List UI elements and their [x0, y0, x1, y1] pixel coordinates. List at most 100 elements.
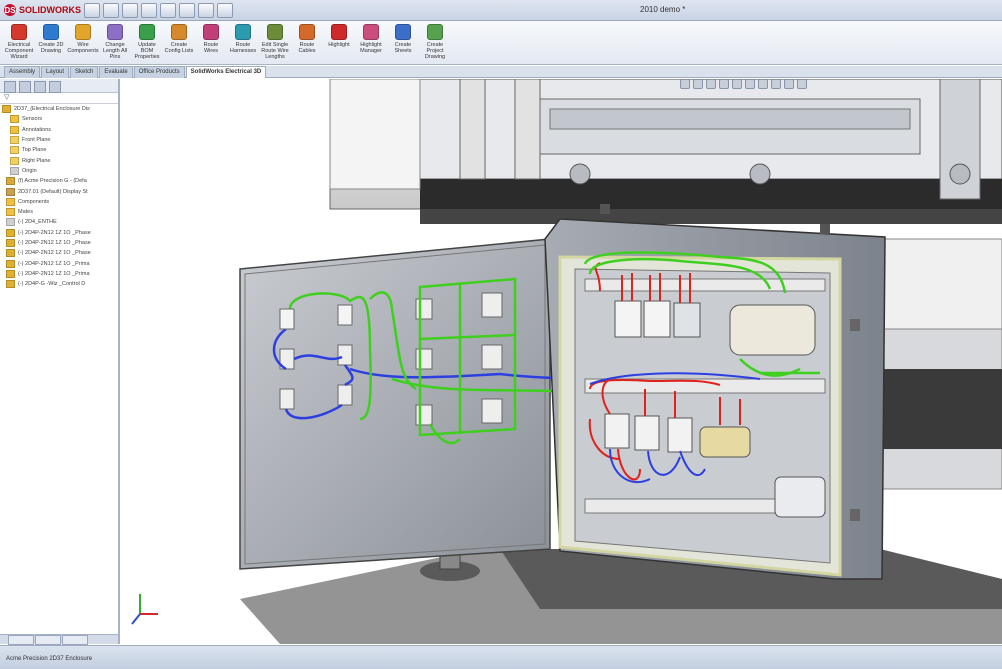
tree-node-icon [6, 249, 15, 258]
view-settings-icon[interactable] [797, 79, 807, 89]
hide-show-icon[interactable] [758, 79, 768, 89]
tree-item[interactable]: (-) 2D4P-2N12 1Z 1O _Phase [0, 228, 118, 238]
tab-office-products[interactable]: Office Products [133, 66, 185, 78]
ribbon-button-label: Change Length All Pins [102, 42, 128, 60]
ribbon-button-label: Route Harnesses [229, 42, 257, 54]
tree-node-icon [6, 259, 15, 268]
ribbon-button-label: Route Cables [298, 42, 316, 54]
quick-access-toolbar [84, 3, 233, 18]
study-tab[interactable] [62, 635, 88, 645]
options-icon[interactable] [217, 3, 233, 18]
tree-item[interactable]: Annotations [0, 125, 118, 135]
ribbon-button-route-harnesses[interactable]: Route Harnesses [228, 21, 258, 64]
new-icon[interactable] [84, 3, 100, 18]
tree-item[interactable]: Sensors [0, 114, 118, 124]
tab-evaluate[interactable]: Evaluate [99, 66, 133, 78]
ribbon-button-create-config-lists[interactable]: Create Config Lists [164, 21, 194, 64]
previous-view-icon[interactable] [706, 79, 716, 89]
ribbon-button-route-cables[interactable]: Route Cables [292, 21, 322, 64]
tree-item[interactable]: Components [0, 197, 118, 207]
ribbon-button-update-bom-properties[interactable]: Update BOM Properties [132, 21, 162, 64]
ribbon-button-label: Create Sheets [394, 42, 412, 54]
ribbon-button-highlight-manager[interactable]: Highlight Manager [356, 21, 386, 64]
scene-icon[interactable] [784, 79, 794, 89]
undo-icon[interactable] [160, 3, 176, 18]
tree-node-icon [6, 197, 15, 206]
tree-node-icon [6, 239, 15, 247]
ribbon-button-wire-components[interactable]: Wire Components [67, 21, 99, 64]
display-style-icon[interactable] [745, 79, 755, 89]
panel-toolbar [0, 79, 118, 93]
floor-shadow [240, 548, 1002, 644]
tree-item[interactable]: Top Plane [0, 145, 118, 155]
open-icon[interactable] [103, 3, 119, 18]
ribbon-button-label: Highlight Manager [360, 42, 382, 54]
command-icon [363, 24, 379, 40]
tree-item[interactable]: 2D37_(Electrical Enclosure Dis [0, 104, 118, 114]
dim-expert-icon[interactable] [49, 81, 61, 93]
model-tab[interactable] [8, 635, 34, 645]
tree-item[interactable]: (-) 2D4P-2N12 1Z 1O _Phase [0, 248, 118, 258]
tree-item-label: Origin [22, 167, 37, 174]
motion-tab[interactable] [35, 635, 61, 645]
ribbon-button-create-sheets[interactable]: Create Sheets [388, 21, 418, 64]
ribbon-button-label: Highlight [328, 42, 350, 48]
appearance-icon[interactable] [771, 79, 781, 89]
section-view-icon[interactable] [719, 79, 729, 89]
command-manager: Electrical Component Wizard Create 2D Dra… [0, 21, 1002, 65]
save-icon[interactable] [122, 3, 138, 18]
ribbon-button-electrical-component-wizard[interactable]: Electrical Component Wizard [4, 21, 34, 64]
command-icon [427, 24, 443, 40]
tab-solidworks-electrical-3d[interactable]: SolidWorks Electrical 3D [185, 66, 267, 78]
tree-item[interactable]: (-) 2D4P-G -Wiz _Control D [0, 279, 118, 289]
tree-item[interactable]: (-) 2D4P-2N12 1Z 1O _Prima [0, 258, 118, 268]
command-icon [171, 24, 187, 40]
tree-item[interactable]: Right Plane [0, 155, 118, 165]
rebuild-icon[interactable] [198, 3, 214, 18]
config-manager-icon[interactable] [34, 81, 46, 93]
app-logo[interactable]: DS SOLIDWORKS [4, 3, 81, 17]
tree-item-label: Sensors [22, 116, 43, 123]
ribbon-button-label: Create 2D Drawing [38, 42, 64, 54]
property-manager-icon[interactable] [19, 81, 31, 93]
tree-item-label: (-) 2D4P-2N12 1Z 1O _Phase [18, 250, 91, 257]
tree-item[interactable]: (f) Acme Precision G - (Defa [0, 176, 118, 186]
tree-item[interactable]: (-) 2D4_ENTHE [0, 217, 118, 227]
tab-assembly[interactable]: Assembly [4, 66, 41, 78]
tree-node-icon [6, 218, 15, 227]
view-orientation-icon[interactable] [732, 79, 742, 89]
ribbon-button-create-project-drawing[interactable]: Create Project Drawing [420, 21, 450, 64]
ribbon-button-change-length-all-pins[interactable]: Change Length All Pins [100, 21, 130, 64]
enclosure-box [544, 204, 886, 580]
feature-tree-icon[interactable] [4, 81, 16, 93]
tab-sketch[interactable]: Sketch [70, 66, 99, 78]
ds-logo-icon: DS [4, 4, 16, 16]
ribbon-button-create-2d-drawing[interactable]: Create 2D Drawing [36, 21, 66, 64]
feature-manager-panel: ▽ 2D37_(Electrical Enclosure Dis Sensors A… [0, 79, 120, 645]
tree-item[interactable]: 2D37.01 (Default) Display St [0, 186, 118, 196]
tree-item[interactable]: Origin [0, 166, 118, 176]
tree-item-label: 2D37.01 (Default) Display St [18, 188, 88, 195]
tree-item[interactable]: Mates [0, 207, 118, 217]
select-icon[interactable] [179, 3, 195, 18]
tree-item[interactable]: Front Plane [0, 135, 118, 145]
tab-layout[interactable]: Layout [41, 66, 70, 78]
tree-item-label: Annotations [22, 126, 52, 133]
zoom-fit-icon[interactable] [680, 79, 690, 89]
tree-item-label: (-) 2D4P-2N12 1Z 1O _Prima [18, 270, 90, 277]
command-icon [43, 24, 59, 40]
graphics-area[interactable] [120, 79, 1002, 644]
tree-node-icon [10, 146, 19, 155]
ribbon-button-route-wires[interactable]: Route Wires [196, 21, 226, 64]
document-title: 2010 demo * [640, 5, 686, 14]
command-icon [267, 24, 283, 40]
orientation-triad [131, 594, 158, 625]
print-icon[interactable] [141, 3, 157, 18]
tree-item[interactable]: (-) 2D4P-2N12 1Z 1O _Prima [0, 269, 118, 279]
command-icon [75, 24, 91, 40]
zoom-area-icon[interactable] [693, 79, 703, 89]
tree-item[interactable]: (-) 2D4P-2N12 1Z 1O _Phase [0, 238, 118, 248]
filter-field[interactable]: ▽ [0, 93, 118, 104]
ribbon-button-edit-single-route-wire-lengths[interactable]: Edit Single Route Wire Lengths [260, 21, 290, 64]
ribbon-button-highlight[interactable]: Highlight [324, 21, 354, 64]
